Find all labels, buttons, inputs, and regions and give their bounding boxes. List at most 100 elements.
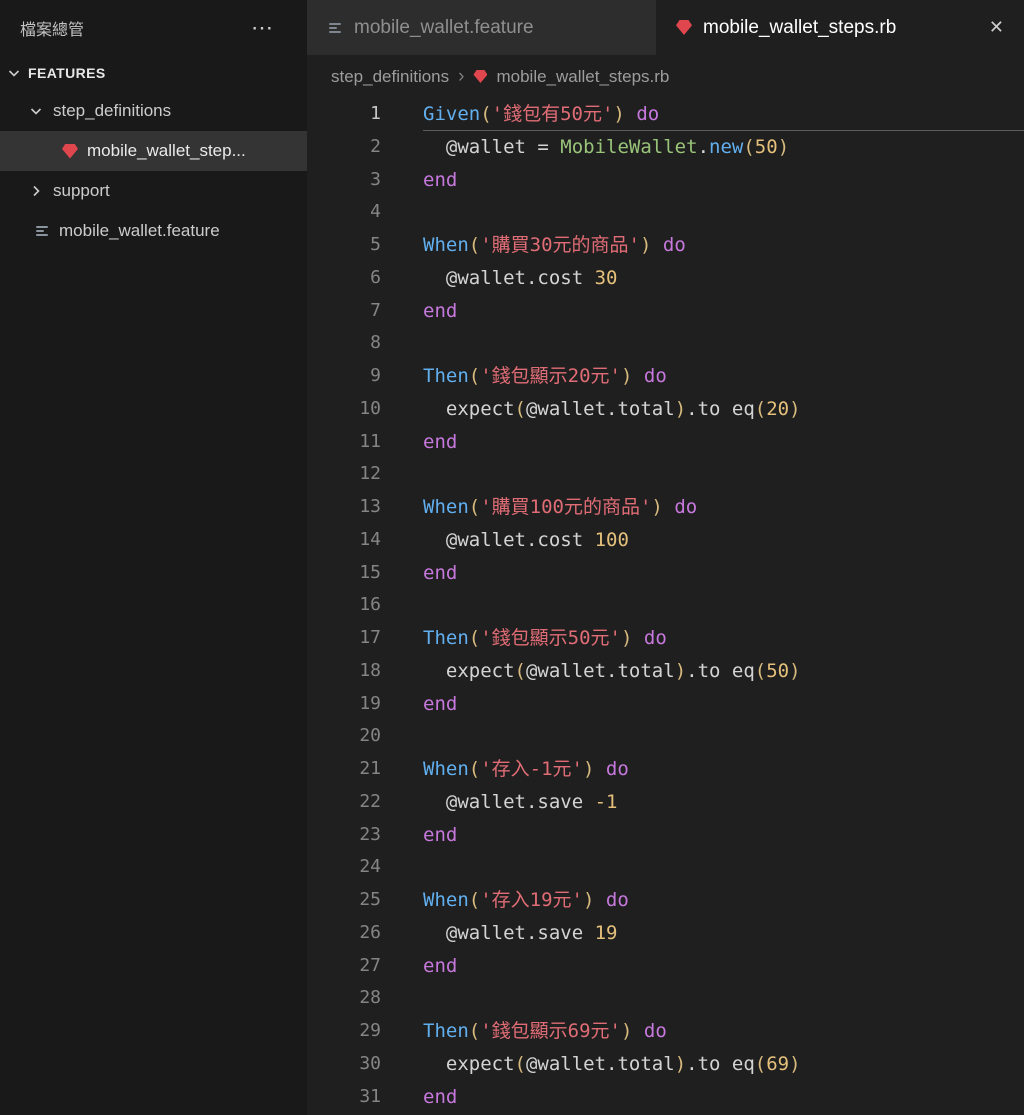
tab-mobile-wallet-steps[interactable]: mobile_wallet_steps.rb ✕	[656, 0, 1024, 55]
code-line[interactable]: 17 Then('錢包顯示50元') do	[307, 622, 1024, 655]
explorer-title: 檔案總管	[20, 21, 85, 39]
line-number: 14	[359, 528, 381, 550]
chevron-down-icon	[6, 65, 22, 81]
line-number: 16	[359, 594, 381, 616]
line-number: 28	[359, 987, 381, 1009]
chevron-down-icon	[28, 103, 44, 119]
tree-item-step-definitions[interactable]: step_definitions	[0, 91, 307, 131]
section-features[interactable]: FEATURES	[0, 55, 307, 91]
explorer-header: 檔案總管 ⋯	[0, 0, 307, 55]
file-explorer-sidebar: 檔案總管 ⋯ FEATURES step_definitions mobile_…	[0, 0, 307, 1115]
line-number: 8	[370, 332, 381, 354]
code-line[interactable]: 5 When('購買30元的商品') do	[307, 229, 1024, 262]
line-number: 30	[359, 1052, 381, 1074]
code-line[interactable]: 2 @wallet = MobileWallet.new(50)	[307, 131, 1024, 164]
tree-item-label: mobile_wallet_step...	[87, 141, 246, 160]
code-text: end	[423, 561, 458, 584]
code-text: expect(@wallet.total).to eq(50)	[423, 659, 801, 682]
line-number: 25	[359, 889, 381, 910]
code-line[interactable]: 6 @wallet.cost 30	[307, 262, 1024, 295]
code-line[interactable]: 9 Then('錢包顯示20元') do	[307, 360, 1024, 393]
code-line[interactable]: 23 end	[307, 819, 1024, 852]
code-line[interactable]: 30 expect(@wallet.total).to eq(69)	[307, 1048, 1024, 1081]
code-line[interactable]: 27 end	[307, 950, 1024, 983]
tree-item-mobile-wallet-steps[interactable]: mobile_wallet_step...	[0, 131, 307, 171]
line-number: 22	[359, 790, 381, 812]
code-text: Then('錢包顯示69元') do	[423, 1020, 667, 1042]
line-number: 2	[370, 135, 381, 157]
code-text: When('購買30元的商品') do	[423, 234, 686, 256]
code-line[interactable]: 24	[307, 851, 1024, 884]
line-number: 29	[359, 1020, 381, 1041]
tab-bar: mobile_wallet.feature mobile_wallet_step…	[307, 0, 1024, 55]
code-text: end	[423, 430, 458, 453]
code-line[interactable]: 26 @wallet.save 19	[307, 917, 1024, 950]
code-text: Then('錢包顯示50元') do	[423, 627, 667, 649]
tree-item-mobile-wallet-feature[interactable]: mobile_wallet.feature	[0, 211, 307, 251]
code-line[interactable]: 22 @wallet.save -1	[307, 786, 1024, 819]
code-line[interactable]: 28	[307, 982, 1024, 1015]
code-line[interactable]: 1 Given('錢包有50元') do	[307, 98, 1024, 131]
line-number: 20	[359, 725, 381, 747]
code-text: When('存入-1元') do	[423, 758, 629, 780]
code-line[interactable]: 19 end	[307, 688, 1024, 721]
breadcrumb-file[interactable]: mobile_wallet_steps.rb	[496, 67, 669, 87]
close-icon[interactable]: ✕	[989, 17, 1004, 38]
code-text: end	[423, 823, 458, 846]
code-text: @wallet.save -1	[423, 790, 618, 813]
code-line[interactable]: 20	[307, 720, 1024, 753]
line-number: 19	[359, 692, 381, 714]
code-line[interactable]: 18 expect(@wallet.total).to eq(50)	[307, 655, 1024, 688]
code-lines[interactable]: 1 Given('錢包有50元') do 2 @wallet = MobileWal…	[307, 98, 1024, 1115]
tree-item-label: support	[53, 181, 110, 200]
line-number: 15	[359, 561, 381, 583]
code-line[interactable]: 10 expect(@wallet.total).to eq(20)	[307, 393, 1024, 426]
code-line[interactable]: 31 end	[307, 1081, 1024, 1114]
code-text: When('購買100元的商品') do	[423, 496, 698, 518]
breadcrumb-folder[interactable]: step_definitions	[331, 67, 449, 87]
code-line[interactable]: 11 end	[307, 426, 1024, 459]
code-line[interactable]: 4	[307, 196, 1024, 229]
code-line[interactable]: 14 @wallet.cost 100	[307, 524, 1024, 557]
code-line[interactable]: 25 When('存入19元') do	[307, 884, 1024, 917]
line-number: 4	[370, 201, 381, 223]
line-number: 13	[359, 496, 381, 517]
code-text: When('存入19元') do	[423, 889, 629, 911]
code-line[interactable]: 21 When('存入-1元') do	[307, 753, 1024, 786]
code-line[interactable]: 8	[307, 327, 1024, 360]
code-editor-window: 檔案總管 ⋯ FEATURES step_definitions mobile_…	[0, 0, 1024, 1115]
line-number: 12	[359, 463, 381, 485]
line-number: 18	[359, 659, 381, 681]
line-number: 7	[370, 299, 381, 321]
line-number: 31	[359, 1085, 381, 1107]
code-line[interactable]: 29 Then('錢包顯示69元') do	[307, 1015, 1024, 1048]
code-line[interactable]: 7 end	[307, 295, 1024, 328]
code-line[interactable]: 12	[307, 458, 1024, 491]
line-number: 26	[359, 921, 381, 943]
line-number: 11	[359, 430, 381, 452]
breadcrumb-separator-icon: ›	[458, 65, 465, 87]
code-line[interactable]: 16	[307, 589, 1024, 622]
code-line[interactable]: 3 end	[307, 164, 1024, 197]
tab-label: mobile_wallet_steps.rb	[703, 16, 897, 38]
code-text: expect(@wallet.total).to eq(69)	[423, 1052, 801, 1075]
line-number: 6	[370, 266, 381, 288]
editor-pane: mobile_wallet.feature mobile_wallet_step…	[307, 0, 1024, 1115]
code-text: end	[423, 299, 458, 322]
tab-mobile-wallet-feature[interactable]: mobile_wallet.feature	[307, 0, 656, 55]
explorer-actions-icon[interactable]: ⋯	[251, 16, 273, 39]
code-line[interactable]: 15 end	[307, 557, 1024, 590]
code-line[interactable]: 13 When('購買100元的商品') do	[307, 491, 1024, 524]
tree-item-support[interactable]: support	[0, 171, 307, 211]
section-label: FEATURES	[28, 65, 106, 81]
line-number: 10	[359, 397, 381, 419]
breadcrumb: step_definitions › mobile_wallet_steps.r…	[307, 55, 1024, 98]
code-text: Then('錢包顯示20元') do	[423, 365, 667, 387]
code-text: @wallet.cost 100	[423, 528, 629, 551]
